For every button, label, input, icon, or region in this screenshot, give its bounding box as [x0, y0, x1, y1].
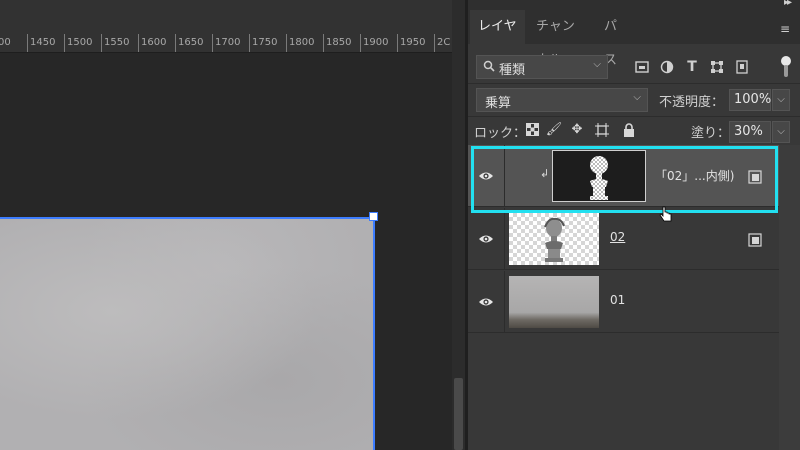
ruler-tick-label: 1750 [252, 37, 278, 48]
ruler-tick [101, 34, 102, 52]
divider [468, 116, 800, 117]
layers-list: ↲ 「02」...内側) 02 01 [468, 145, 800, 450]
canvas-scrollbar-thumb[interactable] [454, 378, 463, 450]
search-icon [483, 60, 495, 72]
ruler-tick-label: 1700 [215, 37, 241, 48]
ruler-tick [397, 34, 398, 52]
divider [504, 208, 505, 269]
layer-name[interactable]: 「02」...内側) [655, 167, 734, 184]
layer-row[interactable]: 02 [468, 208, 779, 270]
fill-label: 塗り： [691, 126, 731, 141]
divider [468, 83, 800, 84]
filter-kind-select[interactable]: 種類 ⌵ [476, 55, 608, 79]
fill-dropdown-button[interactable]: ⌵ [772, 121, 790, 143]
ruler-tick-label: 1650 [178, 37, 204, 48]
ruler-tick [27, 34, 28, 52]
clipping-mask-icon: ↲ [540, 167, 550, 180]
lock-all-icon[interactable] [620, 121, 638, 139]
panel-tabs: レイヤー チャンネル パス ≡ [468, 10, 800, 68]
layer-thumbnail[interactable] [509, 213, 599, 265]
ruler-tick [434, 34, 435, 52]
layers-panel: ▸▸ レイヤー チャンネル パス ≡ 種類 ⌵ T 乗算 [468, 0, 800, 450]
ruler-tick-label: 1550 [104, 37, 130, 48]
divider [504, 271, 505, 332]
ruler-tick-label: 1950 [400, 37, 426, 48]
pointer-cursor-icon [659, 206, 673, 222]
statue-thumbnail-icon [544, 217, 565, 262]
layers-scrollbar[interactable] [779, 145, 800, 450]
panel-header-bar: ▸▸ [468, 0, 800, 10]
lock-image-pixels-icon[interactable]: 🖌 [545, 121, 563, 139]
blend-mode-value: 乗算 [485, 96, 512, 111]
panel-menu-icon[interactable]: ≡ [780, 22, 790, 36]
tab-layers[interactable]: レイヤー [470, 10, 525, 68]
ruler-tick [175, 34, 176, 52]
ruler-tick-label: 00 [0, 37, 11, 48]
lock-artboard-icon[interactable] [593, 121, 611, 139]
lock-label: ロック： [474, 126, 527, 141]
tab-paths[interactable]: パス [596, 10, 636, 68]
image-filter-icon[interactable] [632, 55, 652, 79]
chevron-down-icon: ⌵ [633, 92, 641, 103]
statue-silhouette-icon [590, 156, 608, 200]
layer-name[interactable]: 02 [610, 230, 625, 244]
opacity-label: 不透明度： [659, 95, 725, 110]
adjustment-filter-icon[interactable] [657, 55, 677, 79]
ruler-tick-label: 1600 [141, 37, 167, 48]
eye-icon[interactable] [478, 294, 494, 310]
ruler-tick-label: 1450 [30, 37, 56, 48]
lock-position-icon[interactable]: ✥ [568, 121, 586, 139]
opacity-dropdown-button[interactable]: ⌵ [772, 89, 790, 111]
ruler-tick [64, 34, 65, 52]
eye-icon[interactable] [478, 231, 494, 247]
eye-icon[interactable] [478, 168, 494, 184]
ruler-tick [286, 34, 287, 52]
ruler-tick [212, 34, 213, 52]
layer-mask-thumbnail[interactable] [552, 150, 646, 202]
filter-kind-label: 種類 [499, 63, 526, 78]
shape-filter-icon[interactable] [707, 55, 727, 79]
double-chevron-right-icon[interactable]: ▸▸ [784, 0, 792, 8]
ruler-tick [249, 34, 250, 52]
smart-object-icon [748, 169, 762, 184]
ruler-tick-label: 1900 [363, 37, 389, 48]
horizontal-ruler: 00 1450 1500 1550 1600 1650 1700 1750 18… [0, 0, 452, 53]
ruler-tick [138, 34, 139, 52]
ruler-tick-label: 2C [437, 37, 451, 48]
type-filter-icon[interactable]: T [682, 55, 702, 79]
layer-thumbnail[interactable] [509, 276, 599, 328]
chevron-down-icon: ⌵ [593, 59, 601, 70]
tab-channels[interactable]: チャンネル [528, 10, 590, 68]
layer-name[interactable]: 01 [610, 293, 625, 307]
ruler-tick [360, 34, 361, 52]
lock-transparent-pixels-icon[interactable] [523, 121, 541, 139]
smart-object-filter-icon[interactable] [732, 55, 752, 79]
ruler-tick-label: 1800 [289, 37, 315, 48]
fill-field[interactable]: 30% [729, 121, 771, 143]
layer-row[interactable]: ↲ 「02」...内側) [468, 145, 779, 207]
blend-mode-select[interactable]: 乗算 ⌵ [476, 88, 648, 112]
ruler-tick-label: 1500 [67, 37, 93, 48]
divider [504, 145, 505, 206]
ruler-tick [323, 34, 324, 52]
ruler-tick-label: 1850 [326, 37, 352, 48]
transform-handle[interactable] [369, 212, 378, 221]
opacity-field[interactable]: 100% [729, 89, 771, 111]
layer-row[interactable]: 01 [468, 271, 779, 333]
filter-toggle[interactable] [780, 55, 792, 79]
document-image[interactable] [0, 217, 375, 450]
smart-object-icon [748, 232, 762, 247]
filter-toggle-track [784, 65, 788, 77]
